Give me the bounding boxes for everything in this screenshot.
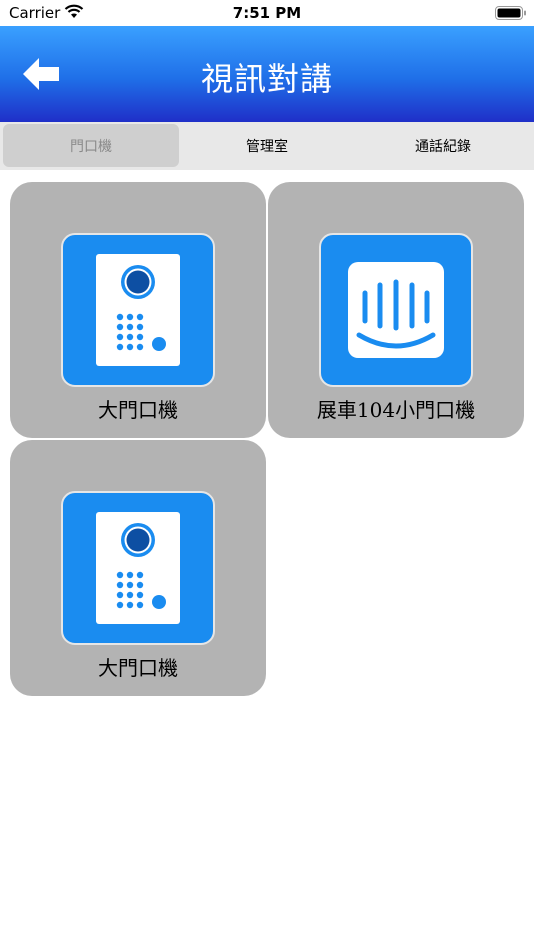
device-label: 大門口機 [98,656,178,680]
door-intercom-icon [61,491,215,645]
clock: 7:51 PM [232,4,302,22]
device-card[interactable]: 展車104小門口機 [268,182,524,438]
nav-bar: 視訊對講 [0,26,534,122]
device-label: 大門口機 [98,398,178,422]
page-title: 視訊對講 [200,60,333,98]
tab-strip: 門口機 管理室 通話紀錄 [0,122,534,170]
tab-call-log[interactable]: 通話紀錄 [355,124,531,167]
battery-icon [495,6,526,20]
tab-management-office[interactable]: 管理室 [179,124,355,167]
tab-door-station[interactable]: 門口機 [3,124,179,167]
door-intercom-icon [61,233,215,387]
device-card[interactable]: 大門口機 [10,182,266,438]
smile-intercom-icon [319,233,473,387]
status-bar: Carrier 7:51 PM [0,0,534,26]
device-card[interactable]: 大門口機 [10,440,266,696]
device-label: 展車104小門口機 [316,398,476,422]
